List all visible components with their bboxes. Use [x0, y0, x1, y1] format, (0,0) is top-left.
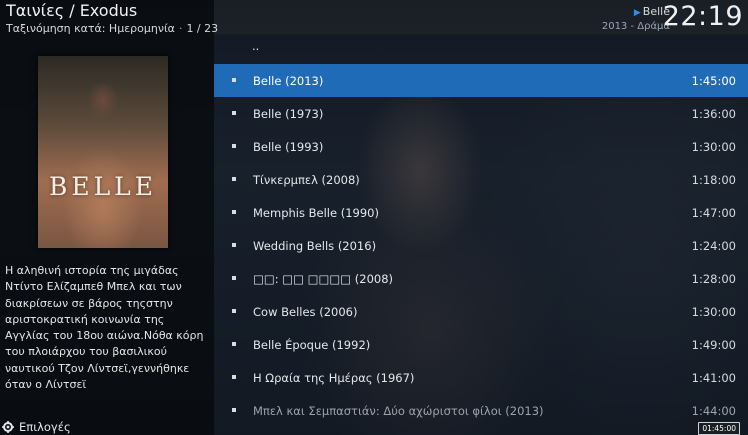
list-item-title: Η Ωραία της Ημέρας (1967)	[253, 370, 415, 385]
parent-folder-label: ..	[252, 39, 260, 53]
list-item-duration: 1:47:00	[691, 205, 736, 220]
list-item[interactable]: Η Ωραία της Ημέρας (1967) 1:41:00	[214, 361, 748, 394]
poster-title: BELLE	[48, 172, 158, 201]
list-item-title: Μπελ και Σεμπαστιάν: Δύο αχώριστοι φίλοι…	[253, 403, 544, 418]
list-item-title: □□: □□ □□□□ (2008)	[253, 271, 394, 286]
list-item[interactable]: □□: □□ □□□□ (2008) 1:28:00	[214, 262, 748, 295]
clock: 22:19	[662, 1, 743, 32]
list-item[interactable]: Τίνκερμπελ (2008) 1:18:00	[214, 163, 748, 196]
list-item-duration: 1:44:00	[691, 403, 736, 418]
list-item[interactable]: Belle (1993) 1:30:00	[214, 130, 748, 163]
movie-poster: BELLE	[38, 56, 168, 248]
list-item[interactable]: Belle (2013) 1:45:00	[214, 64, 748, 97]
gear-icon	[2, 421, 14, 433]
list-item-title: Belle (2013)	[253, 73, 324, 88]
list-item[interactable]: Belle (1973) 1:36:00	[214, 97, 748, 130]
list-item[interactable]: Belle Époque (1992) 1:49:00	[214, 328, 748, 361]
bullet-icon	[232, 342, 236, 346]
sort-label: Ταξινόμηση κατά: Ημερομηνία	[6, 22, 175, 35]
play-icon: ▶	[633, 8, 641, 18]
list-item[interactable]: Cow Belles (2006) 1:30:00	[214, 295, 748, 328]
bullet-icon	[232, 243, 236, 247]
list-item-title: Memphis Belle (1990)	[253, 205, 379, 220]
list-item-duration: 1:24:00	[691, 238, 736, 253]
list-item[interactable]: Μπελ και Σεμπαστιάν: Δύο αχώριστοι φίλοι…	[214, 394, 748, 427]
list-item-duration: 1:41:00	[691, 370, 736, 385]
options-label: Επιλογές	[19, 420, 71, 434]
list-item-duration: 1:49:00	[691, 337, 736, 352]
plot-text: Η αληθινή ιστορία της μιγάδας Ντίντο Ελί…	[5, 264, 204, 392]
list-item-duration: 1:28:00	[691, 271, 736, 286]
bullet-icon	[232, 111, 236, 115]
separator-dot: ·	[178, 22, 183, 35]
list-item-duration: 1:18:00	[691, 172, 736, 187]
parent-folder-item[interactable]: ..	[214, 31, 748, 64]
options-button[interactable]: Επιλογές	[2, 420, 71, 434]
duration-badge: 01:45:00	[698, 422, 740, 435]
list-item-duration: 1:30:00	[691, 139, 736, 154]
list-item[interactable]: Wedding Bells (2016) 1:24:00	[214, 229, 748, 262]
bullet-icon	[232, 177, 236, 181]
bullet-icon	[232, 210, 236, 214]
bullet-icon	[232, 408, 236, 412]
now-playing[interactable]: ▶ Belle 2013 - Δράμα	[602, 5, 670, 33]
bullet-icon	[232, 144, 236, 148]
page-title: Ταινίες / Exodus	[6, 1, 138, 20]
list-item-duration: 1:45:00	[691, 73, 736, 88]
bullet-icon	[232, 375, 236, 379]
bullet-icon	[232, 309, 236, 313]
sort-info[interactable]: Ταξινόμηση κατά: Ημερομηνία · 1 / 23	[6, 22, 218, 35]
list-item-title: Belle (1993)	[253, 139, 324, 154]
movie-list: .. Belle (2013) 1:45:00 Belle (1973) 1:3…	[214, 31, 748, 427]
list-item-duration: 1:30:00	[691, 304, 736, 319]
list-item-title: Wedding Bells (2016)	[253, 238, 377, 253]
bullet-icon	[232, 276, 236, 280]
list-item-title: Belle Époque (1992)	[253, 337, 371, 352]
list-item-title: Belle (1973)	[253, 106, 324, 121]
bullet-icon	[232, 78, 236, 82]
list-item-title: Cow Belles (2006)	[253, 304, 358, 319]
list-item-title: Τίνκερμπελ (2008)	[253, 172, 360, 187]
list-item-duration: 1:36:00	[691, 106, 736, 121]
list-item[interactable]: Memphis Belle (1990) 1:47:00	[214, 196, 748, 229]
